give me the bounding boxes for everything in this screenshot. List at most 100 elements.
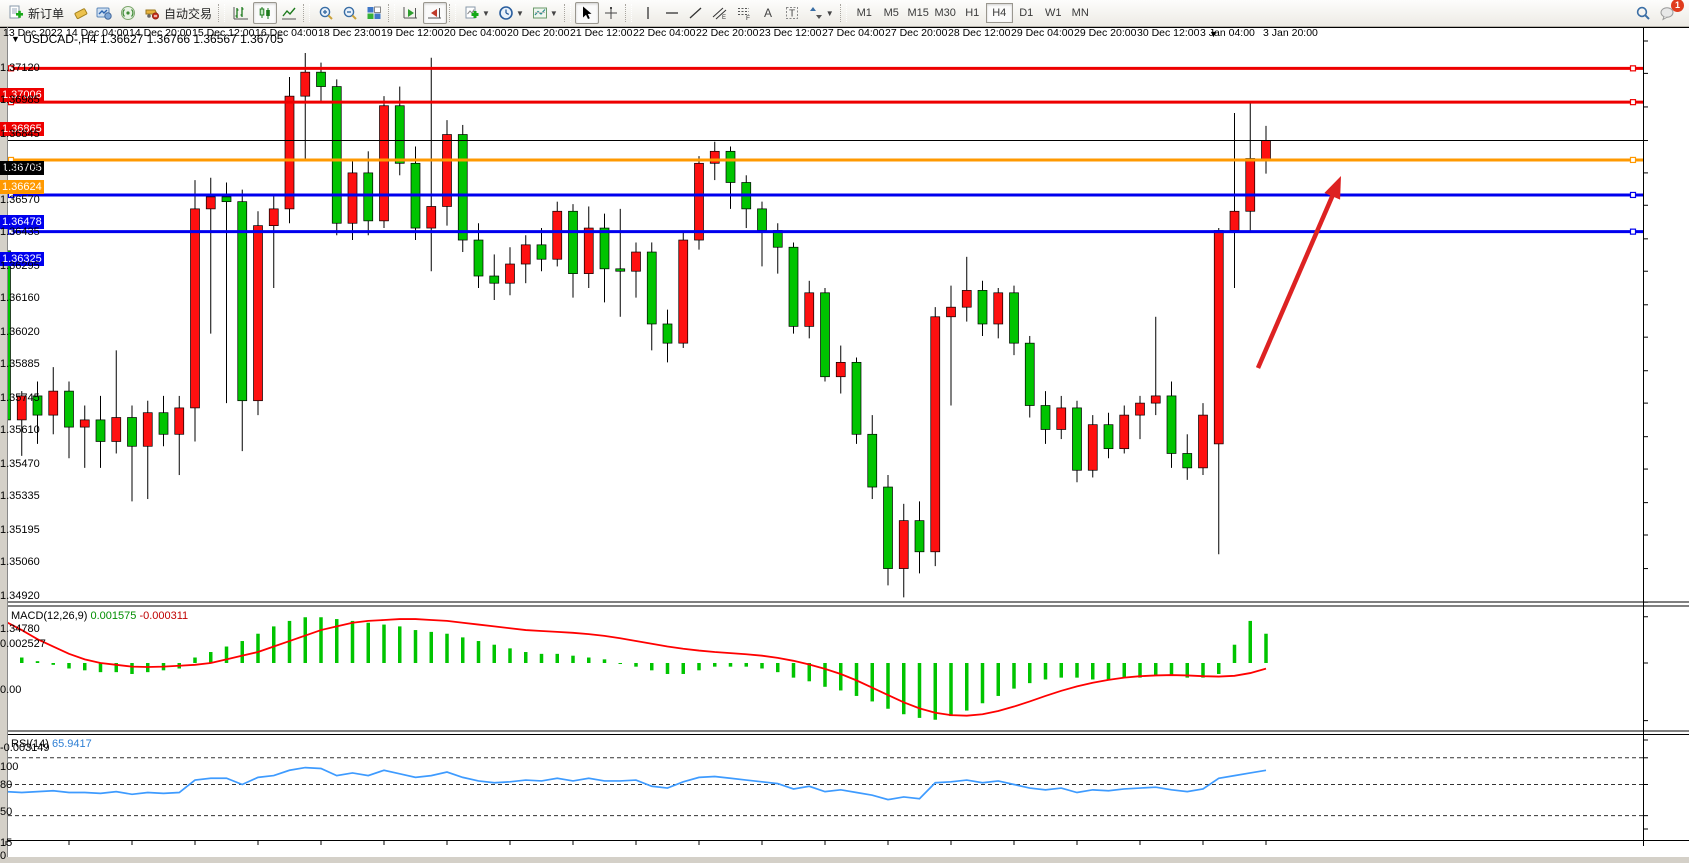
price-axis-tick: 1.36845 bbox=[0, 127, 40, 141]
candle-up bbox=[206, 197, 215, 209]
macd-axis-tick: 0.00 bbox=[0, 683, 21, 697]
candle-up bbox=[1057, 408, 1066, 430]
macd-bar bbox=[981, 663, 985, 703]
macd-bar bbox=[556, 654, 560, 663]
candle-down bbox=[758, 209, 767, 231]
time-axis-label: 16 Dec 04:00 bbox=[255, 27, 317, 39]
macd-bar bbox=[886, 663, 890, 709]
time-axis-label: 18 Dec 23:00 bbox=[318, 27, 380, 39]
candle-down bbox=[821, 293, 830, 377]
macd-bar bbox=[241, 641, 245, 663]
macd-bar bbox=[1233, 645, 1237, 663]
macd-bar bbox=[99, 663, 103, 672]
macd-bar bbox=[1107, 663, 1111, 679]
macd-bar bbox=[524, 652, 528, 663]
macd-bar bbox=[20, 658, 24, 663]
macd-bar bbox=[1217, 663, 1221, 674]
macd-bar bbox=[130, 663, 134, 674]
candle-down bbox=[364, 173, 373, 221]
macd-bar bbox=[83, 663, 87, 670]
macd-bar bbox=[1123, 663, 1127, 678]
macd-bar bbox=[713, 663, 717, 667]
price-axis-tick: 1.36985 bbox=[0, 93, 40, 107]
price-axis-tick: 1.34780 bbox=[0, 622, 40, 636]
candle-up bbox=[1214, 230, 1223, 443]
candle-up bbox=[191, 209, 200, 408]
macd-bar bbox=[682, 663, 686, 674]
macd-bar bbox=[666, 663, 670, 674]
candle-down bbox=[474, 240, 483, 276]
candle-up bbox=[49, 391, 58, 415]
price-axis-tick: 1.35745 bbox=[0, 391, 40, 405]
macd-bar bbox=[193, 658, 197, 663]
macd-bar bbox=[697, 663, 701, 670]
price-axis-tick: 1.35885 bbox=[0, 357, 40, 371]
candle-down bbox=[159, 413, 168, 435]
price-axis-tick: 1.36435 bbox=[0, 225, 40, 239]
candle-down bbox=[537, 245, 546, 259]
price-axis-tick: 1.36295 bbox=[0, 259, 40, 273]
time-axis-label: 22 Dec 04:00 bbox=[633, 27, 695, 39]
macd-bar bbox=[650, 663, 654, 670]
candle-down bbox=[647, 252, 656, 324]
candle-down bbox=[1041, 406, 1050, 430]
candle-up bbox=[380, 106, 389, 221]
candle-up bbox=[1246, 159, 1255, 212]
candle-up bbox=[553, 211, 562, 259]
rsi-axis-tick: 50 bbox=[0, 805, 12, 819]
candle-down bbox=[1010, 293, 1019, 343]
rsi-value: 65.9417 bbox=[52, 738, 92, 750]
line-handle bbox=[1631, 100, 1636, 105]
price-axis-tick: 1.37120 bbox=[0, 61, 40, 75]
macd-bar bbox=[67, 663, 71, 668]
price-line-badge: 1.36624 bbox=[0, 180, 44, 194]
price-axis-tick: 1.35060 bbox=[0, 555, 40, 569]
rsi-line bbox=[6, 768, 1266, 800]
macd-bar bbox=[619, 663, 623, 664]
candle-down bbox=[458, 135, 467, 241]
price-axis-tick: 1.34920 bbox=[0, 589, 40, 603]
macd-bar bbox=[760, 663, 764, 668]
candle-down bbox=[616, 269, 625, 271]
time-axis-label: 20 Dec 04:00 bbox=[444, 27, 506, 39]
candle-up bbox=[805, 293, 814, 327]
macd-bar bbox=[603, 659, 607, 663]
macd-histogram bbox=[4, 617, 1268, 719]
candle-up bbox=[269, 209, 278, 226]
candle-up bbox=[80, 420, 89, 427]
macd-bar bbox=[934, 663, 938, 720]
macd-bar bbox=[367, 623, 371, 663]
macd-bar bbox=[997, 663, 1001, 696]
candle-up bbox=[143, 413, 152, 447]
macd-bar bbox=[587, 658, 591, 663]
time-axis-label: 21 Dec 12:00 bbox=[570, 27, 632, 39]
candle-up bbox=[994, 293, 1003, 324]
time-axis-label: 14 Dec 20:00 bbox=[129, 27, 191, 39]
candles-layer bbox=[2, 53, 1271, 597]
macd-bar bbox=[540, 654, 544, 663]
macd-bar bbox=[792, 663, 796, 678]
macd-bar bbox=[634, 663, 638, 667]
candle-up bbox=[1088, 425, 1097, 471]
line-handle bbox=[1631, 157, 1636, 162]
price-axis-tick: 1.36020 bbox=[0, 325, 40, 339]
candle-up bbox=[521, 245, 530, 264]
chart-canvas[interactable] bbox=[0, 0, 1689, 863]
macd-bar bbox=[493, 645, 497, 663]
candle-down bbox=[884, 487, 893, 569]
time-axis-label: 14 Dec 04:00 bbox=[66, 27, 128, 39]
candle-up bbox=[679, 240, 688, 343]
candle-up bbox=[427, 206, 436, 228]
rsi-axis-tick: 100 bbox=[0, 760, 18, 774]
macd-bar bbox=[272, 626, 276, 663]
macd-bar bbox=[776, 663, 780, 672]
candle-up bbox=[254, 226, 263, 401]
macd-bar bbox=[445, 634, 449, 663]
macd-bar bbox=[1249, 621, 1253, 663]
candle-up bbox=[931, 317, 940, 552]
macd-bar bbox=[1170, 663, 1174, 676]
time-axis-label: 20 Dec 20:00 bbox=[507, 27, 569, 39]
macd-axis-tick: -0.003149 bbox=[0, 741, 50, 755]
time-axis-label: 27 Dec 04:00 bbox=[822, 27, 884, 39]
macd-bar bbox=[52, 663, 56, 665]
